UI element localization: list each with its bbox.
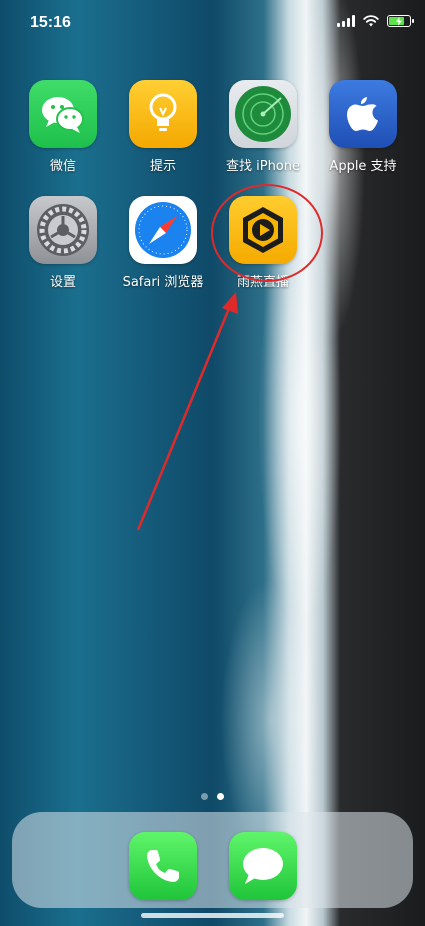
wechat-icon	[29, 80, 97, 148]
radar-icon	[229, 80, 297, 148]
gear-icon	[29, 196, 97, 264]
page-indicator[interactable]	[0, 793, 425, 800]
app-label: 设置	[49, 275, 76, 290]
lightbulb-icon	[129, 80, 197, 148]
compass-icon	[129, 196, 197, 264]
app-settings[interactable]: 设置	[13, 196, 113, 290]
home-screen: 15:16 微信 提示 查找 iPhone Apple 支持 设置 Safari…	[0, 0, 425, 926]
wifi-icon	[363, 15, 379, 27]
app-label: 提示	[149, 159, 176, 174]
page-dot	[201, 793, 208, 800]
app-wechat[interactable]: 微信	[13, 80, 113, 174]
dock-phone-app[interactable]	[129, 832, 197, 900]
charging-bolt-icon	[396, 16, 402, 26]
app-tips[interactable]: 提示	[113, 80, 213, 174]
apple-icon	[329, 80, 397, 148]
app-safari[interactable]: Safari 浏览器	[113, 196, 213, 290]
dock	[12, 812, 413, 908]
messages-icon	[243, 848, 283, 884]
home-indicator[interactable]	[141, 913, 284, 918]
phone-icon	[147, 850, 179, 882]
page-dot-active	[217, 793, 224, 800]
status-time: 15:16	[30, 14, 71, 31]
status-icons	[337, 15, 414, 27]
battery-icon	[387, 15, 414, 27]
status-bar: 15:16	[0, 0, 425, 44]
app-apple-support[interactable]: Apple 支持	[313, 80, 413, 174]
cellular-signal-icon	[337, 15, 355, 27]
app-label: 查找 iPhone	[225, 159, 300, 174]
highlight-circle	[211, 184, 323, 282]
app-label: 微信	[49, 159, 76, 174]
dock-messages-app[interactable]	[229, 832, 297, 900]
app-label: Safari 浏览器	[122, 275, 204, 290]
app-find-iphone[interactable]: 查找 iPhone	[213, 80, 313, 174]
app-label: Apple 支持	[329, 159, 397, 174]
